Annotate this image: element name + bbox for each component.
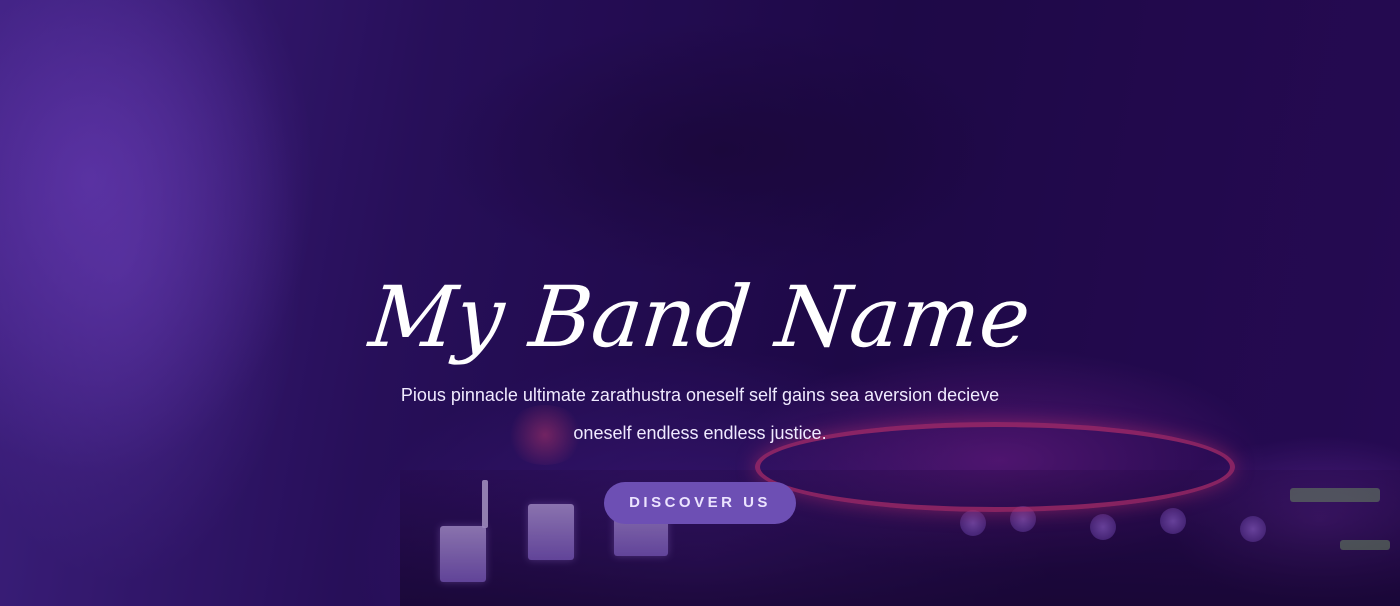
hero-content: My Band Name Pious pinnacle ultimate zar…: [0, 262, 1400, 524]
band-title: My Band Name: [365, 268, 1035, 366]
hero-section: My Band Name Pious pinnacle ultimate zar…: [0, 0, 1400, 606]
hero-subtitle: Pious pinnacle ultimate zarathustra ones…: [400, 385, 1000, 443]
discover-us-button[interactable]: DISCOVER US: [604, 482, 796, 524]
